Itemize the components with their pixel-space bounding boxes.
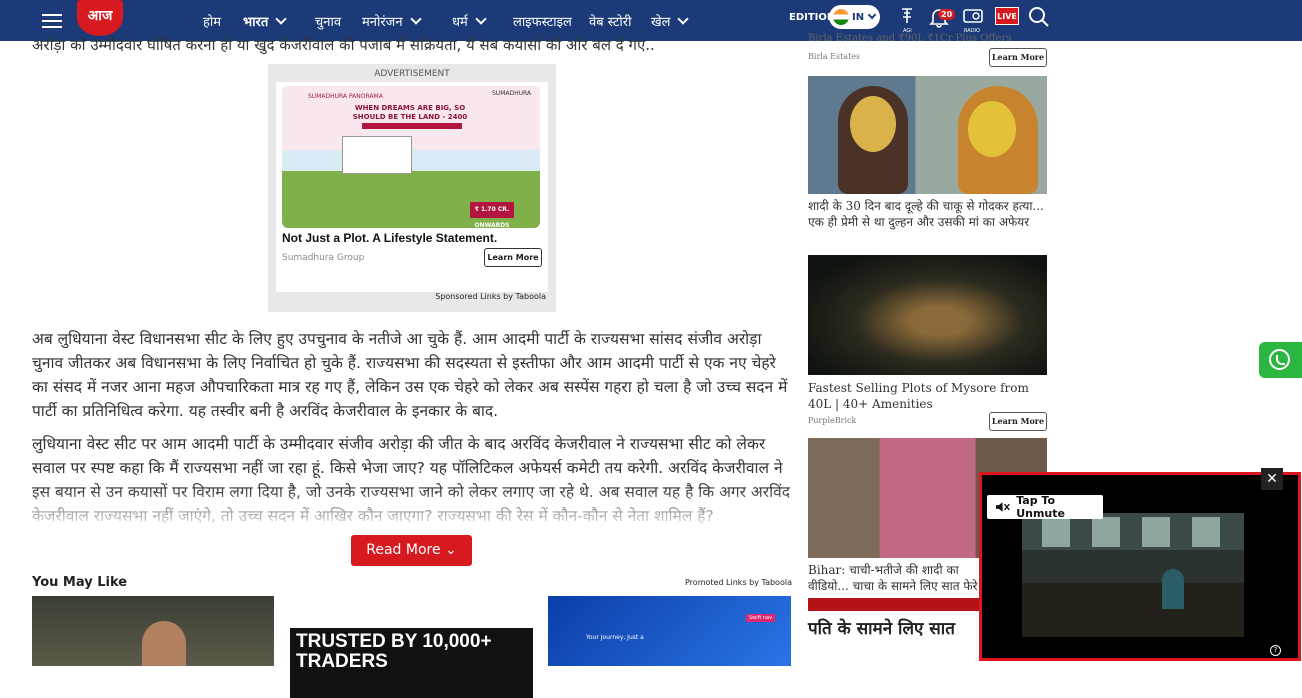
ad-sponsored-footer[interactable]: Sponsored Links by Taboola [435, 292, 546, 301]
story-image[interactable] [808, 76, 1047, 194]
nav-item-dharm[interactable]: धर्म [452, 12, 487, 30]
nav-item-label: मनोरंजन [362, 15, 403, 30]
nav-item-web-story[interactable]: वेब स्टोरी [589, 12, 631, 30]
ad-image[interactable]: SUMADHURA PANORAMA SUMADHURA WHEN DREAMS… [282, 86, 540, 228]
india-flag-icon [833, 9, 849, 25]
tile-text: TRUSTED BY 10,000+ TRADERS [296, 631, 492, 672]
video-scene-window [1092, 517, 1120, 547]
edition-value: IN [852, 11, 865, 23]
person-face [850, 96, 896, 152]
article-paragraph: अब लुधियाना वेस्ट विधानसभा सीट के लिए हु… [32, 330, 788, 420]
story-overlay-band [808, 598, 980, 612]
ad-label: ADVERTISEMENT [374, 69, 450, 79]
ad-red-bar [362, 123, 462, 129]
nav-item-label: धर्म [452, 15, 468, 30]
you-may-like-heading: You May Like [32, 575, 128, 590]
nav-item-lifestyle[interactable]: लाइफस्टाइल [513, 12, 572, 30]
tile-tag: Swift nav [746, 614, 776, 622]
video-scene-window [1142, 517, 1170, 547]
nav-item-label: भारत [243, 15, 269, 30]
ad-title[interactable]: Not Just a Plot. A Lifestyle Statement. [282, 231, 497, 245]
nav-item-home[interactable]: होम [203, 12, 221, 30]
chevron-down-icon [275, 13, 287, 25]
story-title[interactable]: Bihar: चाची-भतीजे की शादी का वीडियो... च… [808, 562, 980, 594]
ad-price: ₹ 1.70 CR. ONWARDS [470, 202, 514, 228]
chevron-down-icon [475, 13, 487, 25]
advertisement-box: ADVERTISEMENT SUMADHURA PANORAMA SUMADHU… [268, 64, 556, 312]
radio-icon [963, 9, 983, 23]
story-title[interactable]: शादी के 30 दिन बाद दूल्हे की चाकू से गोद… [808, 198, 1047, 230]
chevron-down-icon [677, 13, 690, 25]
sidebar-learn-more-button[interactable]: Learn More [989, 412, 1047, 431]
nav-item-label: खेल [651, 15, 671, 30]
notification-count-badge: 20 [938, 9, 956, 20]
live-label: LIVE [997, 11, 1017, 21]
chevron-down-icon [867, 10, 877, 20]
live-tv-button[interactable]: LIVE [995, 7, 1019, 25]
promoted-links-label[interactable]: Promoted Links by Taboola [685, 578, 792, 587]
video-frame[interactable] [1022, 513, 1244, 637]
chevron-down-icon [409, 13, 422, 25]
video-scene-person [1162, 569, 1184, 609]
ad-brand-left: SUMADHURA PANORAMA [308, 93, 383, 100]
close-video-button[interactable]: ✕ [1261, 468, 1283, 490]
muted-speaker-icon [995, 502, 1010, 512]
video-scene-window [1192, 517, 1220, 547]
nav-item-label: लाइफस्टाइल [513, 15, 572, 30]
person-face [968, 101, 1016, 157]
ad-aerial-image[interactable] [808, 255, 1047, 375]
sidebar-ad-title-cut[interactable]: Birla Estates and ₹90L ₹1Cr Plus Offers [808, 33, 1047, 44]
tile-person-image [142, 621, 186, 666]
ad-learn-more-button[interactable]: Learn More [484, 248, 542, 267]
nav-item-manoranjan[interactable]: मनोरंजन [362, 12, 422, 30]
ad-house-graphic [342, 136, 412, 174]
ad-brand-right: SUMADHURA [492, 90, 532, 97]
recommendation-tile[interactable]: Your Journey, Just a Swift nav [548, 596, 791, 666]
search-button[interactable] [1028, 6, 1052, 32]
read-more-button[interactable]: Read More ⌄ [351, 535, 472, 566]
ad-source: Sumadhura Group [282, 253, 365, 263]
article-clipped-line: अरोड़ा को उम्मीदवार घोषित करना हो या खुद… [32, 36, 655, 54]
sidebar-ad-title[interactable]: Fastest Selling Plots of Mysore from 40L… [808, 380, 1047, 412]
text-fade-overlay [32, 488, 792, 528]
search-icon [1029, 7, 1049, 27]
nav-item-label: वेब स्टोरी [589, 15, 632, 30]
edition-select[interactable]: IN [829, 5, 880, 29]
video-scene-window [1042, 517, 1070, 547]
nav-item-bharat[interactable]: भारत [243, 12, 287, 30]
nav-item-label: चुनाव [315, 15, 342, 30]
menu-icon[interactable] [42, 14, 62, 28]
whatsapp-share-button[interactable] [1259, 342, 1302, 378]
nav-item-khel[interactable]: खेल [651, 12, 690, 30]
sidebar-learn-more-button[interactable]: Learn More [989, 48, 1047, 67]
nav-item-chunav[interactable]: चुनाव [315, 12, 341, 30]
story-overlay-text: पति के सामने लिए सात [808, 619, 955, 639]
unmute-label: Tap To Unmute [1016, 494, 1065, 520]
agi-icon [902, 8, 912, 23]
video-scene-desk [1022, 583, 1244, 637]
recommendation-tile[interactable] [32, 596, 274, 666]
tap-to-unmute-button[interactable]: Tap To Unmute [987, 494, 1103, 520]
whatsapp-icon [1269, 349, 1290, 370]
ad-card[interactable]: SUMADHURA PANORAMA SUMADHURA WHEN DREAMS… [276, 82, 548, 292]
nav-item-label: होम [203, 15, 222, 30]
recommendation-tile[interactable]: TRUSTED BY 10,000+ TRADERS [290, 628, 533, 698]
video-help-icon[interactable]: ? [1270, 645, 1281, 656]
site-logo[interactable]: आज तक [77, 0, 123, 56]
tile-text: Your Journey, Just a [586, 634, 644, 641]
